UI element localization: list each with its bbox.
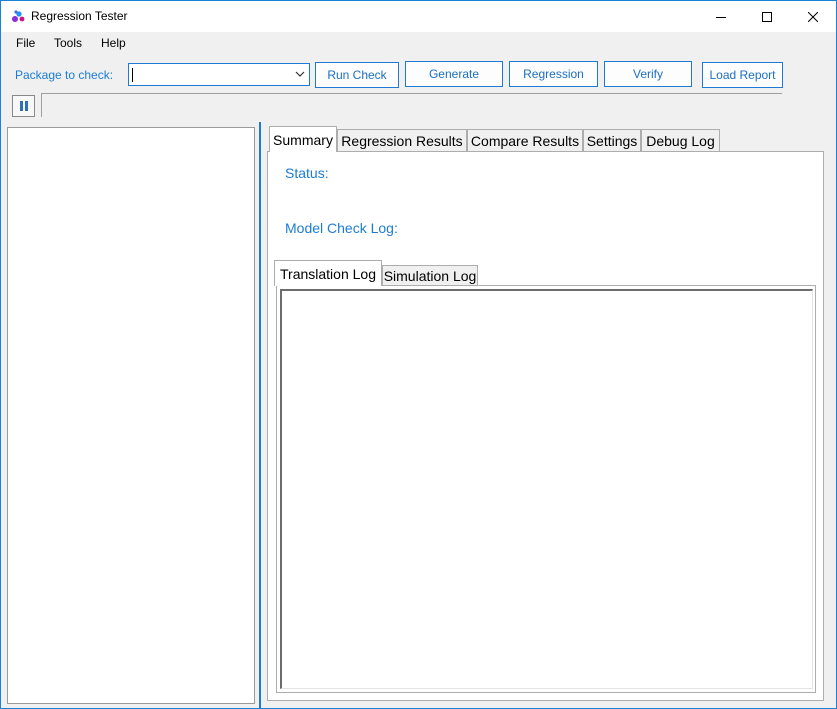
tab-compare-results[interactable]: Compare Results [467, 129, 583, 151]
run-check-button[interactable]: Run Check [315, 62, 399, 88]
chevron-down-icon[interactable] [295, 70, 305, 78]
pause-button[interactable] [12, 95, 35, 117]
tab-settings[interactable]: Settings [583, 129, 641, 151]
minimize-icon [716, 16, 726, 18]
maximize-button[interactable] [744, 1, 790, 32]
tab-translation-log[interactable]: Translation Log [274, 260, 382, 286]
panel-splitter[interactable] [259, 122, 261, 708]
tab-debug-log[interactable]: Debug Log [641, 129, 720, 151]
toolbar-divider-vertical [41, 93, 42, 117]
regression-button[interactable]: Regression [509, 61, 598, 87]
toolbar-divider [41, 93, 782, 94]
app-window: Regression Tester File Tools Help Packag… [0, 0, 837, 709]
model-check-log-label: Model Check Log: [285, 220, 398, 236]
app-logo-icon [12, 10, 25, 22]
text-caret [132, 68, 133, 82]
menu-file[interactable]: File [16, 36, 35, 50]
verify-button[interactable]: Verify [604, 61, 692, 87]
menu-tools[interactable]: Tools [54, 36, 82, 50]
package-tree-panel[interactable] [7, 127, 255, 704]
close-icon [808, 11, 818, 22]
tab-simulation-log[interactable]: Simulation Log [382, 265, 478, 285]
menu-bar: File Tools Help [1, 32, 836, 56]
package-label: Package to check: [15, 68, 114, 82]
generate-button[interactable]: Generate [405, 61, 503, 87]
maximize-icon [762, 11, 772, 22]
package-combobox[interactable] [128, 63, 310, 86]
load-report-button[interactable]: Load Report [702, 62, 783, 88]
status-label: Status: [285, 165, 329, 181]
minimize-button[interactable] [698, 1, 744, 32]
close-button[interactable] [790, 1, 836, 32]
window-title: Regression Tester [31, 9, 128, 23]
tab-summary[interactable]: Summary [269, 126, 337, 152]
menu-help[interactable]: Help [101, 36, 126, 50]
translation-log-textarea[interactable] [280, 289, 813, 689]
pause-icon [19, 101, 28, 111]
title-bar[interactable]: Regression Tester [1, 1, 836, 32]
tab-regression-results[interactable]: Regression Results [337, 129, 467, 151]
